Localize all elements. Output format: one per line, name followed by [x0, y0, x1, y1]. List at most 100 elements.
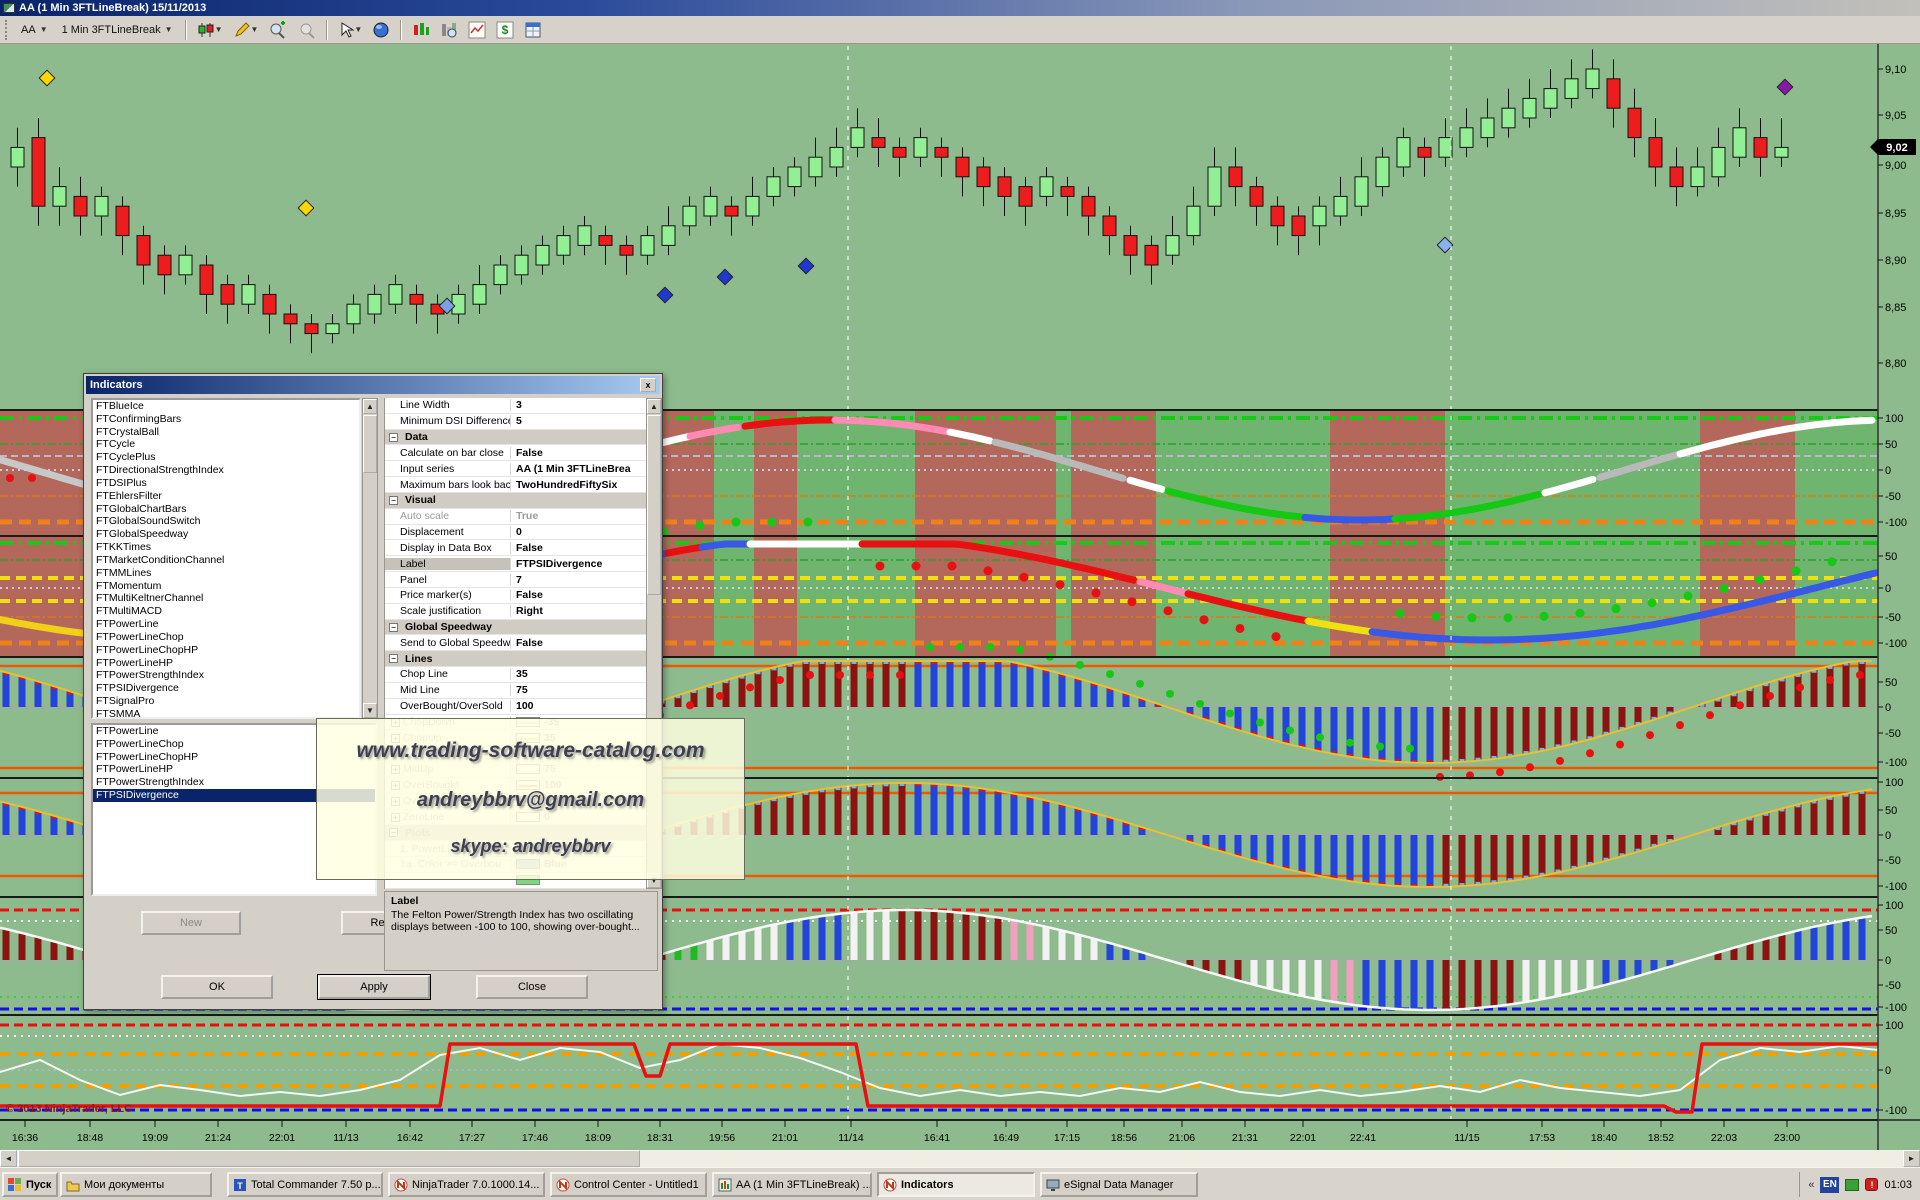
list-item[interactable]: FTPowerLineHP — [93, 657, 359, 670]
scroll-down-icon[interactable]: ▼ — [363, 703, 377, 718]
svg-text:22:01: 22:01 — [269, 1132, 295, 1144]
property-row[interactable]: Auto scaleTrue — [385, 509, 646, 525]
taskbar: Пуск Мои документы TTotal Commander 7.50 … — [0, 1167, 1920, 1200]
list-item[interactable]: FTMultiMACD — [93, 605, 359, 618]
taskbar-button[interactable]: Indicators — [877, 1172, 1035, 1197]
svg-text:17:53: 17:53 — [1529, 1132, 1555, 1144]
new-button[interactable]: New — [141, 911, 241, 935]
svg-text:18:09: 18:09 — [585, 1132, 611, 1144]
list-item[interactable]: FTBlueIce — [93, 400, 359, 413]
property-row[interactable]: Scale justificationRight — [385, 604, 646, 620]
scroll-left-icon[interactable]: ◄ — [0, 1150, 17, 1167]
available-list-scrollbar[interactable]: ▲ ▼ — [362, 398, 378, 719]
list-item[interactable]: FTMarketConditionChannel — [93, 554, 359, 567]
close-button[interactable]: Close — [476, 975, 588, 999]
property-row[interactable]: Line Width3 — [385, 398, 646, 414]
list-item[interactable]: FTMMLines — [93, 567, 359, 580]
list-item[interactable]: FTDirectionalStrengthIndex — [93, 464, 359, 477]
list-item[interactable]: FTGlobalSpeedway — [93, 528, 359, 541]
list-item[interactable]: FTMomentum — [93, 580, 359, 593]
list-item[interactable]: FTSignalPro — [93, 695, 359, 708]
language-indicator[interactable]: EN — [1820, 1177, 1839, 1193]
taskbar-button[interactable]: eSignal Data Manager — [1040, 1172, 1198, 1197]
dialog-titlebar[interactable]: Indicators x — [86, 376, 660, 394]
ninjatrader-window: AA (1 Min 3FTLineBreak) 15/11/2013 AA ▼ … — [0, 0, 1920, 1200]
start-button[interactable]: Пуск — [2, 1172, 58, 1197]
list-item[interactable]: FTKKTimes — [93, 541, 359, 554]
svg-text:© 2013 NinjaTrader, LLC: © 2013 NinjaTrader, LLC — [6, 1103, 132, 1115]
property-row[interactable]: Send to Global SpeedwFalse — [385, 635, 646, 651]
scroll-right-icon[interactable]: ► — [1903, 1150, 1920, 1167]
list-item[interactable]: FTGlobalSoundSwitch — [93, 515, 359, 528]
scrollbar-thumb[interactable] — [647, 415, 661, 595]
svg-text:-100: -100 — [1885, 1002, 1907, 1014]
property-row[interactable]: Panel7 — [385, 572, 646, 588]
list-item[interactable]: FTPowerStrengthIndex — [93, 669, 359, 682]
available-indicators-list[interactable]: FTBlueIceFTConfirmingBarsFTCrystalBallFT… — [91, 398, 361, 719]
svg-text:0: 0 — [1885, 1065, 1891, 1077]
taskbar-button[interactable]: AA (1 Min 3FTLineBreak) ... — [712, 1172, 872, 1197]
list-item[interactable]: FTPowerLine — [93, 618, 359, 631]
taskbar-button-label: Indicators — [901, 1179, 954, 1191]
ok-button[interactable]: OK — [161, 975, 273, 999]
apply-button[interactable]: Apply — [318, 975, 430, 999]
property-category-row[interactable]: −Global Speedway — [385, 620, 646, 636]
list-item[interactable]: FTPSIDivergence — [93, 682, 359, 695]
description-text: The Felton Power/Strength Index has two … — [391, 909, 640, 933]
svg-text:21:31: 21:31 — [1232, 1132, 1258, 1144]
svg-text:22:03: 22:03 — [1711, 1132, 1737, 1144]
svg-text:-100: -100 — [1885, 757, 1907, 769]
property-row[interactable]: Price marker(s)False — [385, 588, 646, 604]
list-item[interactable]: FTCycle — [93, 438, 359, 451]
list-item[interactable]: FTMultiKeltnerChannel — [93, 592, 359, 605]
svg-text:18:48: 18:48 — [77, 1132, 103, 1144]
security-tray-icon[interactable]: ! — [1865, 1178, 1878, 1191]
property-row[interactable]: Displacement0 — [385, 525, 646, 541]
taskbar-button[interactable]: NinjaTrader 7.0.1000.14... — [388, 1172, 545, 1197]
indicators-dialog: Indicators x FTBlueIceFTConfirmingBarsFT… — [83, 373, 663, 1010]
list-item[interactable]: FTConfirmingBars — [93, 413, 359, 426]
network-tray-icon[interactable] — [1845, 1179, 1859, 1191]
svg-text:-50: -50 — [1885, 980, 1901, 992]
property-row[interactable]: Chop Line35 — [385, 667, 646, 683]
property-row[interactable]: Calculate on bar closeFalse — [385, 445, 646, 461]
property-row[interactable]: OverBought/OverSold100 — [385, 699, 646, 715]
list-item[interactable]: FTCrystalBall — [93, 426, 359, 439]
start-label: Пуск — [26, 1179, 51, 1191]
tray-chevron[interactable]: « — [1808, 1179, 1814, 1191]
scroll-up-icon[interactable]: ▲ — [647, 399, 661, 414]
list-item[interactable]: FTPowerLineChop — [93, 631, 359, 644]
horizontal-scrollbar[interactable]: ◄ ► — [0, 1150, 1920, 1167]
svg-text:18:52: 18:52 — [1648, 1132, 1674, 1144]
close-icon[interactable]: x — [640, 378, 656, 392]
scroll-up-icon[interactable]: ▲ — [363, 399, 377, 414]
scrollbar-thumb[interactable] — [18, 1150, 640, 1167]
property-row[interactable]: LabelFTPSIDivergence — [385, 556, 646, 572]
property-category-row[interactable]: −Data — [385, 430, 646, 446]
system-tray: « EN ! 01:03 — [1799, 1172, 1918, 1197]
svg-text:11/15: 11/15 — [1454, 1132, 1480, 1144]
taskbar-button-label: NinjaTrader 7.0.1000.14... — [412, 1179, 539, 1191]
taskbar-clock: 01:03 — [1884, 1179, 1918, 1191]
property-category-row[interactable]: −Visual — [385, 493, 646, 509]
property-row[interactable]: Input seriesAA (1 Min 3FTLineBrea — [385, 461, 646, 477]
taskbar-button[interactable]: Control Center - Untitled1 — [550, 1172, 707, 1197]
list-item[interactable]: FTPowerLineChopHP — [93, 644, 359, 657]
property-row[interactable]: Mid Line75 — [385, 683, 646, 699]
svg-text:-100: -100 — [1885, 638, 1907, 650]
scrollbar-thumb[interactable] — [363, 415, 377, 473]
property-row[interactable]: Minimum DSI Difference5 — [385, 414, 646, 430]
property-row[interactable]: Display in Data BoxFalse — [385, 540, 646, 556]
property-category-row[interactable]: −Lines — [385, 651, 646, 667]
taskbar-button[interactable]: TTotal Commander 7.50 p... — [227, 1172, 383, 1197]
list-item[interactable]: FTDSIPlus — [93, 477, 359, 490]
taskbar-button[interactable]: Мои документы — [60, 1172, 212, 1197]
svg-text:-50: -50 — [1885, 855, 1901, 867]
svg-text:-100: -100 — [1885, 517, 1907, 529]
svg-text:9,10: 9,10 — [1885, 64, 1906, 76]
list-item[interactable]: FTEhlersFilter — [93, 490, 359, 503]
property-row[interactable]: Maximum bars look baclTwoHundredFiftySix — [385, 477, 646, 493]
list-item[interactable]: FTCyclePlus — [93, 451, 359, 464]
list-item[interactable]: FTGlobalChartBars — [93, 503, 359, 516]
taskbar-button-label: AA (1 Min 3FTLineBreak) ... — [736, 1179, 872, 1191]
